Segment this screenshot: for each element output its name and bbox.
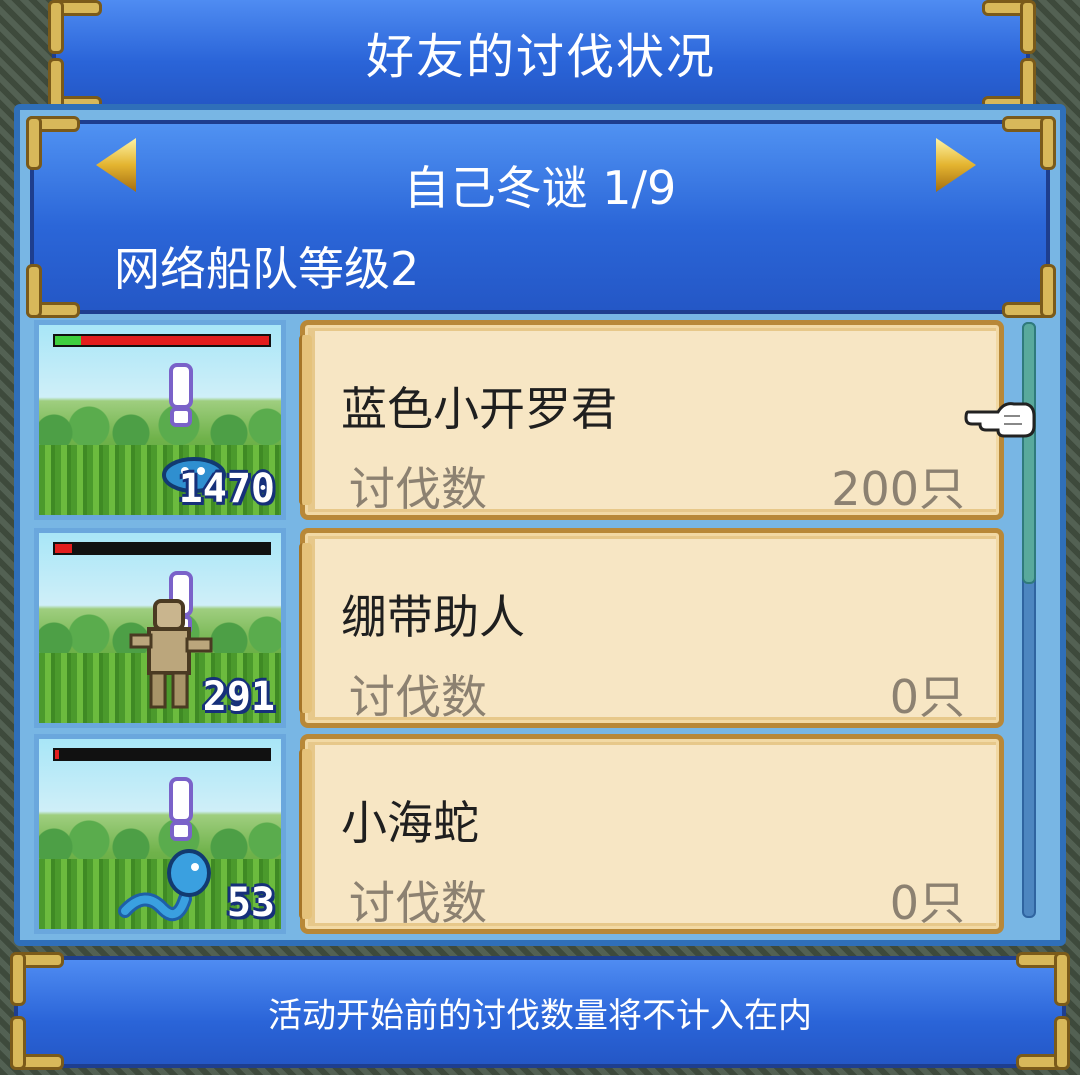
monster-name: 小海蛇: [341, 796, 479, 850]
footer-note: 活动开始前的讨伐数量将不计入在内: [268, 995, 812, 1036]
page-title: 好友的讨伐状况: [365, 29, 716, 85]
filter-title: 自己冬谜 1/9: [403, 161, 677, 215]
kill-count-value: 0只: [889, 876, 965, 930]
monster-thumbnail: 53: [34, 734, 286, 934]
monster-card: 绷带助人 讨伐数 0只: [299, 528, 1004, 728]
monster-card: 蓝色小开罗君 讨伐数 200只: [299, 320, 1004, 520]
monster-name: 绷带助人: [341, 590, 525, 644]
hand-pointer-icon: [964, 402, 1036, 438]
kill-count-label: 讨伐数: [349, 462, 487, 516]
monster-name: 蓝色小开罗君: [341, 382, 617, 436]
monster-card: 小海蛇 讨伐数 0只: [299, 734, 1004, 934]
count-badge: 1470: [178, 466, 275, 512]
footer-bar: 活动开始前的讨伐数量将不计入在内: [14, 956, 1066, 1068]
kill-count-value: 200只: [831, 462, 965, 516]
list-item[interactable]: 291 绷带助人 讨伐数 0只: [34, 528, 1004, 728]
monster-thumbnail: 1470: [34, 320, 286, 520]
kill-count-label: 讨伐数: [349, 876, 487, 930]
title-bar: 好友的讨伐状况: [52, 0, 1030, 108]
count-badge: 291: [202, 674, 275, 720]
list-item[interactable]: 1470 蓝色小开罗君 讨伐数 200只: [34, 320, 1004, 520]
count-badge: 53: [226, 880, 275, 926]
exclamation-icon: [167, 777, 193, 841]
exclamation-icon: [167, 363, 193, 427]
sea-serpent-monster-icon: [118, 849, 211, 922]
list-item[interactable]: 53 小海蛇 讨伐数 0只: [34, 734, 1004, 934]
kill-count-label: 讨伐数: [349, 670, 487, 724]
hp-bar: [53, 542, 271, 555]
hp-bar: [53, 334, 271, 347]
scrollbar-thumb[interactable]: [1022, 322, 1036, 584]
fleet-level: 网络船队等级2: [114, 242, 420, 296]
hp-bar: [53, 748, 271, 761]
monster-thumbnail: 291: [34, 528, 286, 728]
mummy-monster-icon: [129, 599, 213, 709]
kill-count-value: 0只: [889, 670, 965, 724]
